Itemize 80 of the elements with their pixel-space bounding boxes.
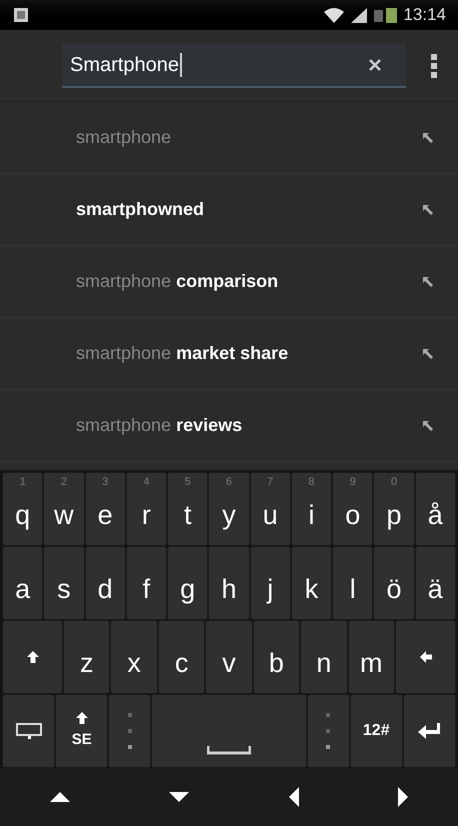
- language-key[interactable]: SE: [55, 694, 108, 768]
- key-hint: 9: [350, 477, 356, 488]
- letter-key[interactable]: a: [2, 546, 44, 620]
- insert-query-icon[interactable]: [422, 420, 434, 432]
- letter-key[interactable]: 4 r: [126, 472, 168, 546]
- keyboard-icon: [14, 722, 43, 740]
- letter-key[interactable]: s: [43, 546, 85, 620]
- insert-query-icon[interactable]: [422, 132, 434, 144]
- letter-key[interactable]: l: [332, 546, 374, 620]
- letter-key[interactable]: 8 i: [290, 472, 332, 546]
- space-icon: [206, 745, 251, 755]
- insert-query-icon[interactable]: [422, 204, 434, 216]
- key-hint: 3: [102, 477, 108, 488]
- insert-query-icon[interactable]: [422, 348, 434, 360]
- letter-key[interactable]: 9 o: [332, 472, 374, 546]
- letter-key[interactable]: f: [126, 546, 168, 620]
- letter-key[interactable]: ä: [414, 546, 456, 620]
- battery-icon: [373, 6, 400, 24]
- letter-key[interactable]: g: [167, 546, 208, 620]
- key-hint: 7: [267, 477, 274, 488]
- letter-key[interactable]: k: [290, 546, 332, 620]
- keyboard-key[interactable]: [2, 694, 56, 768]
- letter-key[interactable]: c: [158, 620, 206, 694]
- search-text: Smartphone: [70, 52, 179, 78]
- signal-icon: [349, 6, 370, 24]
- suggestion-text: smartphone reviews: [76, 414, 242, 437]
- letter-key[interactable]: z: [63, 620, 110, 694]
- suggestion-item[interactable]: smartphone: [0, 102, 458, 174]
- letter-key[interactable]: b: [252, 620, 300, 694]
- letter-key[interactable]: x: [110, 620, 158, 694]
- letter-key[interactable]: d: [84, 546, 126, 620]
- letter-key[interactable]: j: [250, 546, 291, 620]
- suggestion-text: smartphone market share: [76, 342, 288, 365]
- suggestion-text: smartphone: [76, 126, 172, 149]
- letter-key[interactable]: h: [208, 546, 250, 620]
- suggestion-item[interactable]: smartphowned: [0, 174, 458, 246]
- letter-key[interactable]: ö: [373, 546, 415, 620]
- enter-icon: [417, 722, 442, 740]
- suggestion-item[interactable]: smartphone market share: [0, 318, 458, 390]
- key-hint: 4: [143, 477, 150, 488]
- letter-key[interactable]: m: [348, 620, 395, 694]
- down-arrow-icon[interactable]: [168, 791, 190, 803]
- letter-key[interactable]: 7 u: [250, 472, 291, 546]
- letter-key[interactable]: v: [205, 620, 253, 694]
- enter-key[interactable]: [402, 694, 456, 768]
- shift-arrow-icon: [26, 650, 40, 664]
- key-hint: 6: [226, 477, 232, 488]
- right-arrow-icon[interactable]: [397, 786, 410, 808]
- backspace-arrow-icon: [418, 650, 433, 664]
- wifi-icon: [323, 6, 346, 24]
- key-hint: 2: [60, 477, 67, 488]
- left-arrow-icon[interactable]: [288, 786, 300, 808]
- key-hint: 5: [184, 477, 191, 488]
- shift-arrow-icon: [74, 710, 89, 725]
- letter-key[interactable]: 1 q: [2, 472, 44, 546]
- key-hint: 8: [308, 477, 315, 488]
- search-field[interactable]: Smartphone: [62, 44, 406, 88]
- letter-key[interactable]: 0 p: [373, 472, 415, 546]
- suggestion-item[interactable]: smartphone reviews: [0, 390, 458, 462]
- letter-key[interactable]: n: [300, 620, 348, 694]
- letter-key[interactable]: å: [414, 472, 456, 546]
- overflow-menu-icon[interactable]: [430, 52, 438, 78]
- suggestion-text: smartphowned: [76, 198, 204, 221]
- letter-key[interactable]: 6 y: [208, 472, 250, 546]
- suggestion-item[interactable]: smartphone comparison: [0, 246, 458, 318]
- clear-icon[interactable]: [368, 58, 382, 72]
- letter-key[interactable]: 5 t: [167, 472, 208, 546]
- insert-query-icon[interactable]: [422, 276, 434, 288]
- dots-icon: [326, 711, 330, 751]
- suggestion-text: smartphone comparison: [76, 270, 278, 293]
- letter-key[interactable]: 2 w: [43, 472, 85, 546]
- key-hint: 0: [390, 477, 398, 488]
- up-arrow-icon[interactable]: [48, 791, 71, 803]
- letter-key[interactable]: 3 e: [84, 472, 126, 546]
- clock: 13:14: [403, 4, 446, 26]
- key-hint: 1: [20, 477, 26, 488]
- language-label: SE: [72, 730, 92, 750]
- notification-icon: [12, 6, 30, 24]
- dots-icon: [128, 711, 132, 751]
- symbols-key[interactable]: 12#: [350, 694, 403, 768]
